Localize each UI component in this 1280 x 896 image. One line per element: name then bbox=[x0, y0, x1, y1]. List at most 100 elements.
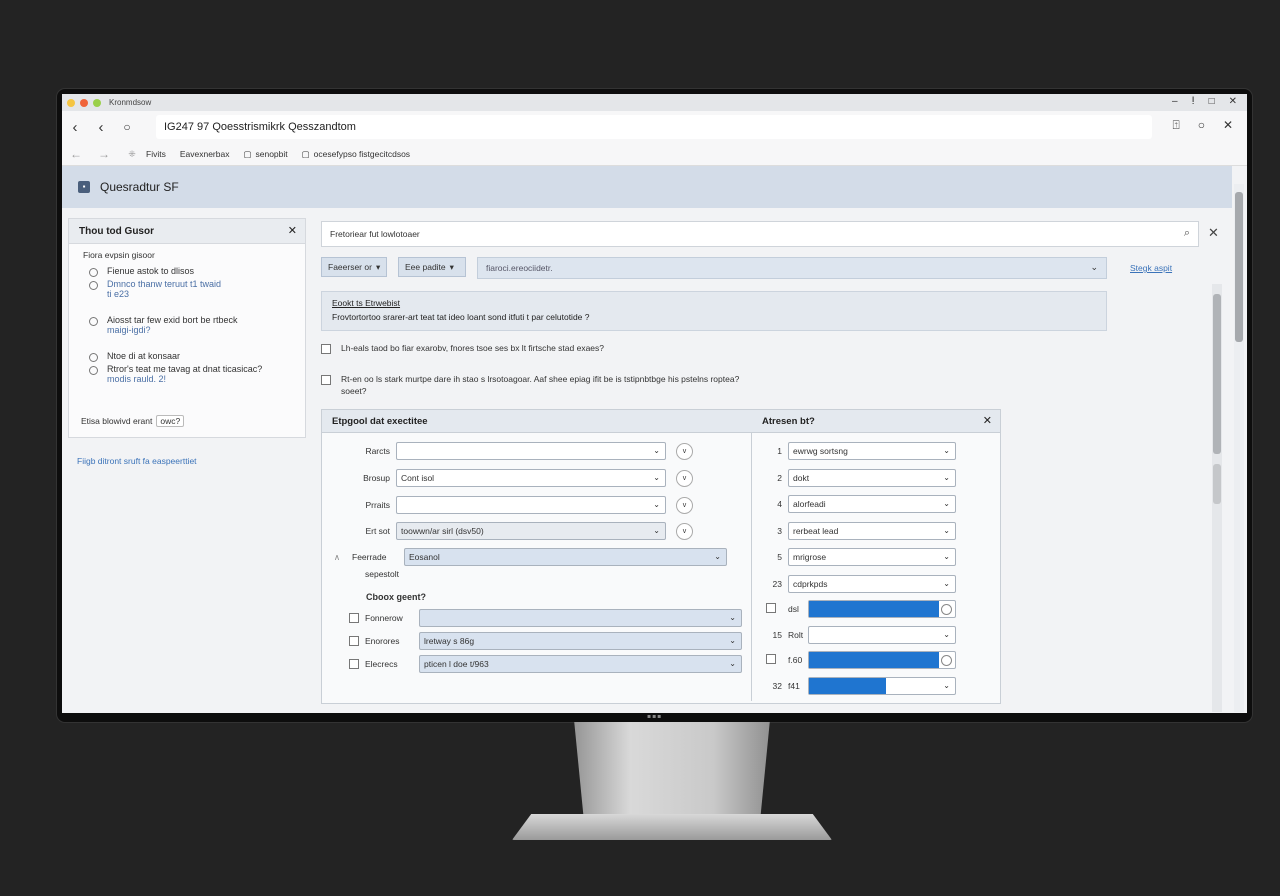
close-icon[interactable]: ✕ bbox=[1229, 96, 1237, 107]
checkbox[interactable] bbox=[349, 613, 359, 623]
bookmark-item[interactable]: Eavexnerbax bbox=[180, 149, 230, 159]
checkbox[interactable] bbox=[321, 375, 331, 385]
browser-actions: ⍐ ○ ✕ bbox=[1172, 118, 1233, 133]
checkbox[interactable] bbox=[349, 636, 359, 646]
progress-bar[interactable] bbox=[808, 600, 956, 618]
content-scrollbar[interactable] bbox=[1212, 284, 1222, 712]
feature-select[interactable]: Eosanol ⌄ bbox=[404, 548, 727, 566]
scrollbar-thumb[interactable] bbox=[1213, 294, 1221, 454]
checkbox[interactable] bbox=[766, 603, 776, 613]
field-select[interactable]: ⌄ bbox=[396, 496, 666, 514]
close-icon[interactable]: ✕ bbox=[288, 224, 297, 237]
filter-dropdown[interactable]: fiaroci.ereociidetr. ⌄ bbox=[477, 257, 1107, 279]
zoom-traffic-light[interactable] bbox=[93, 98, 101, 107]
edit-button[interactable]: Eee padite ▾ bbox=[398, 257, 466, 277]
search-icon[interactable]: ⌕ bbox=[1184, 227, 1190, 240]
radio-option[interactable]: Ntoe di at konsaar bbox=[89, 351, 305, 362]
radio-option[interactable]: Rtror's teat me tavag at dnat ticasicac?… bbox=[89, 364, 305, 384]
search-input[interactable]: Fretoriear fut lowlotoaer ⌕ bbox=[321, 221, 1199, 247]
radio-circle[interactable] bbox=[941, 655, 952, 666]
field-select[interactable]: toowwn/ar sirl (dsv50) ⌄ bbox=[396, 522, 666, 540]
close-icon[interactable]: ✕ bbox=[983, 414, 992, 427]
bookmark-item[interactable]: ▢ ocesefypso fistgecitcdsos bbox=[302, 149, 410, 160]
field-select[interactable]: Cont isol ⌄ bbox=[396, 469, 666, 487]
checkbox-row[interactable]: Lh-eals taod bo fiar exarobv, fnores tso… bbox=[321, 343, 604, 354]
expand-circle-button[interactable]: v bbox=[676, 469, 693, 487]
left-link[interactable]: Fiigb ditront sruft fa easpeerttiet bbox=[77, 456, 197, 466]
expand-circle-button[interactable]: v bbox=[676, 442, 693, 460]
close-icon[interactable]: ✕ bbox=[1208, 225, 1219, 241]
field-select[interactable]: pticen l doe t/963 ⌄ bbox=[419, 655, 742, 673]
progress-bar[interactable] bbox=[808, 651, 956, 669]
row-select[interactable]: ewrwg sortsng ⌄ bbox=[788, 442, 956, 460]
page-scrollbar[interactable] bbox=[1234, 184, 1244, 712]
caret-up-icon[interactable]: ∧ bbox=[322, 552, 352, 563]
row-select[interactable]: mrigrose ⌄ bbox=[788, 548, 956, 566]
chevron-down-icon: ⌄ bbox=[653, 446, 660, 455]
section-heading: Cboox geent? bbox=[366, 592, 426, 602]
checkbox-row[interactable]: Rt-en oo ls stark murtpe dare ih stao s … bbox=[321, 374, 739, 396]
close-traffic-light[interactable] bbox=[80, 98, 88, 107]
right-row: dsl bbox=[752, 600, 956, 618]
pin-icon[interactable]: ⵑ bbox=[1192, 96, 1195, 107]
close-tab-icon[interactable]: ✕ bbox=[1223, 118, 1233, 133]
radio-option[interactable]: Fienue astok to dlisos bbox=[89, 266, 305, 277]
row-select[interactable]: alorfeadi ⌄ bbox=[788, 495, 956, 513]
minimize-traffic-light[interactable] bbox=[67, 98, 75, 107]
progress-bar[interactable]: ⌄ bbox=[808, 677, 956, 695]
progress-bar[interactable]: ⌄ bbox=[808, 626, 956, 644]
chevron-down-icon: ⌄ bbox=[729, 659, 736, 668]
reload-icon[interactable]: ○ bbox=[114, 120, 140, 134]
right-row: 15 Rolt ⌄ bbox=[752, 626, 956, 644]
history-forward-icon[interactable]: → bbox=[90, 147, 118, 161]
form-row: Prraits ⌄ v bbox=[322, 496, 693, 514]
maximize-icon[interactable]: □ bbox=[1209, 96, 1215, 107]
account-icon[interactable]: ○ bbox=[1198, 118, 1205, 133]
filter-button[interactable]: Faeerser or ▾ bbox=[321, 257, 387, 277]
notice-title[interactable]: Eookt ts Etrwebist bbox=[332, 298, 1096, 308]
row-select[interactable]: cdprkpds ⌄ bbox=[788, 575, 956, 593]
url-input[interactable]: IG247 97 Qoesstrismikrk Qesszandtom bbox=[156, 115, 1152, 139]
radio-circle[interactable] bbox=[89, 281, 98, 290]
feature-sublabel: sepestolt bbox=[365, 569, 400, 579]
folder-icon: ▢ bbox=[301, 148, 310, 159]
app-header: ▪ Quesradtur SF bbox=[62, 166, 1232, 208]
chevron-down-icon: ⌄ bbox=[943, 526, 950, 535]
back-icon[interactable]: ‹ bbox=[62, 119, 88, 136]
radio-option[interactable]: Dmnco thanw teruut t1 twaid ti e23 bbox=[89, 279, 305, 299]
bookmark-item[interactable]: ▢ senopbit bbox=[243, 149, 287, 160]
top-link[interactable]: Stegk aspit bbox=[1130, 263, 1172, 273]
apps-icon[interactable]: ⁜ bbox=[118, 149, 146, 160]
row-select[interactable]: dokt ⌄ bbox=[788, 469, 956, 487]
scrollbar-thumb[interactable] bbox=[1235, 192, 1243, 342]
expand-circle-button[interactable]: v bbox=[676, 496, 693, 514]
folder-icon: ▢ bbox=[243, 148, 252, 159]
forward-icon[interactable]: ‹ bbox=[88, 119, 114, 136]
field-select[interactable]: ⌄ bbox=[419, 609, 742, 627]
history-back-icon[interactable]: ← bbox=[62, 147, 90, 161]
minimize-icon[interactable]: – bbox=[1172, 96, 1178, 107]
checkbox[interactable] bbox=[766, 654, 776, 664]
radio-option[interactable]: Aiosst tar few exid bort be rtbeck maigi-… bbox=[89, 315, 305, 335]
radio-circle[interactable] bbox=[89, 366, 98, 375]
chevron-down-icon: ⌄ bbox=[653, 473, 660, 482]
bookmark-item[interactable]: Fivits bbox=[146, 149, 166, 159]
footer-chip[interactable]: owc? bbox=[156, 415, 185, 427]
radio-circle[interactable] bbox=[941, 604, 952, 615]
share-icon[interactable]: ⍐ bbox=[1172, 118, 1179, 133]
expand-circle-button[interactable]: v bbox=[676, 522, 693, 540]
chevron-down-icon: ⌄ bbox=[729, 636, 736, 645]
field-select[interactable]: ⌄ bbox=[396, 442, 666, 460]
checkbox[interactable] bbox=[321, 344, 331, 354]
field-select[interactable]: lretway s 86g ⌄ bbox=[419, 632, 742, 650]
scrollbar-thumb-secondary[interactable] bbox=[1213, 464, 1221, 504]
checkbox[interactable] bbox=[349, 659, 359, 669]
row-select[interactable]: rerbeat lead ⌄ bbox=[788, 522, 956, 540]
radio-circle[interactable] bbox=[89, 353, 98, 362]
radio-circle[interactable] bbox=[89, 268, 98, 277]
dialog-header: Etpgool dat exectitee Atresen bt? ✕ bbox=[322, 410, 1000, 433]
chevron-down-icon: ⌄ bbox=[943, 630, 950, 639]
form-row: Brosup Cont isol ⌄ v bbox=[322, 469, 693, 487]
chevron-down-icon: ⌄ bbox=[943, 579, 950, 588]
radio-circle[interactable] bbox=[89, 317, 98, 326]
